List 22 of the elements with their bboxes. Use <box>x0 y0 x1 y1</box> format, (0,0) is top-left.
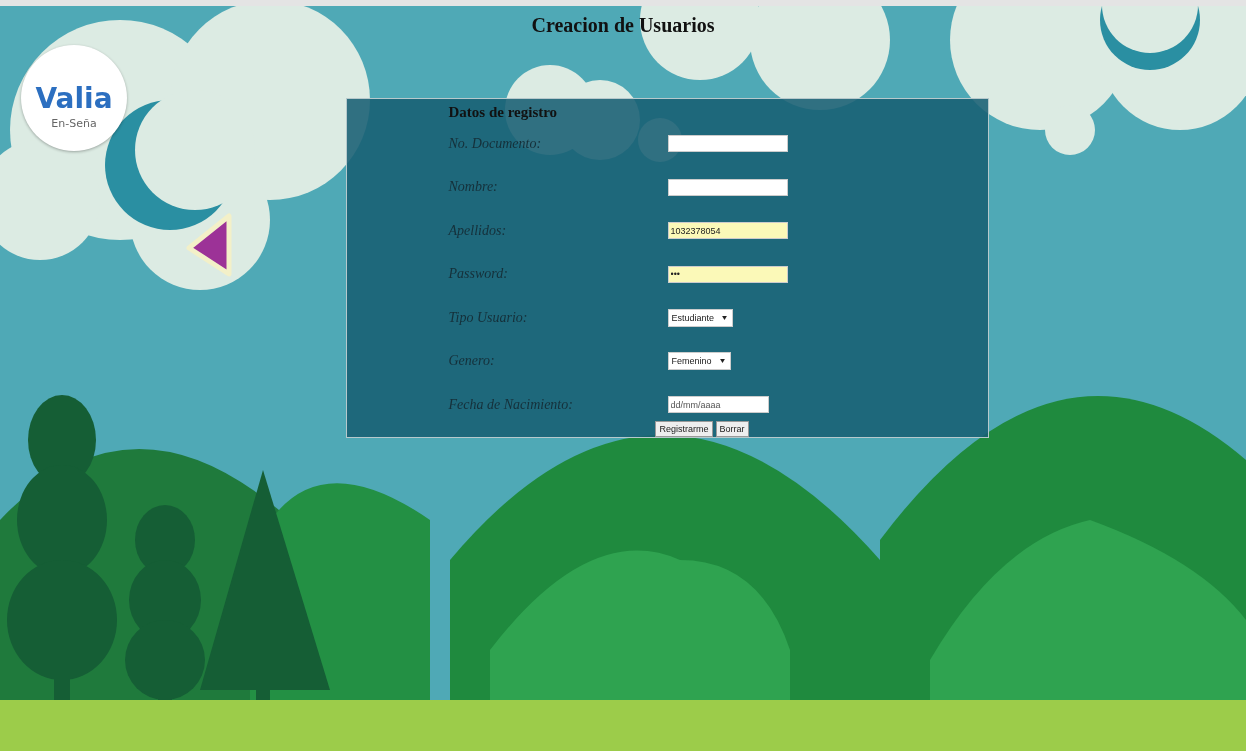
form-heading: Datos de registro <box>448 103 559 121</box>
field-label: Nombre: <box>448 179 499 196</box>
dropdown[interactable]: Femenino <box>667 352 731 371</box>
logo-tagline: En-Seña <box>51 116 97 130</box>
input-field[interactable]: ••• <box>667 265 788 283</box>
back-triangle-icon[interactable] <box>185 212 235 278</box>
dropdown[interactable]: Estudiante <box>667 308 734 327</box>
field-label: No. Documento: <box>448 135 543 152</box>
form-button[interactable]: Registrarme <box>655 420 713 437</box>
field-label: Password: <box>448 266 509 283</box>
logo-wordmark: Valia <box>35 84 113 113</box>
input-field[interactable] <box>667 135 788 153</box>
caret-icon <box>719 359 725 364</box>
form-button[interactable]: Borrar <box>715 420 749 437</box>
field-label: Fecha de Nacimiento: <box>448 396 574 413</box>
date-field[interactable]: dd/mm/aaaa <box>667 396 769 414</box>
caret-icon <box>722 315 728 320</box>
field-label: Genero: <box>448 353 496 370</box>
input-field[interactable] <box>667 178 788 196</box>
input-field[interactable]: 1032378054 <box>667 222 788 240</box>
field-label: Apellidos: <box>448 222 508 239</box>
field-label: Tipo Usuario: <box>448 309 529 326</box>
